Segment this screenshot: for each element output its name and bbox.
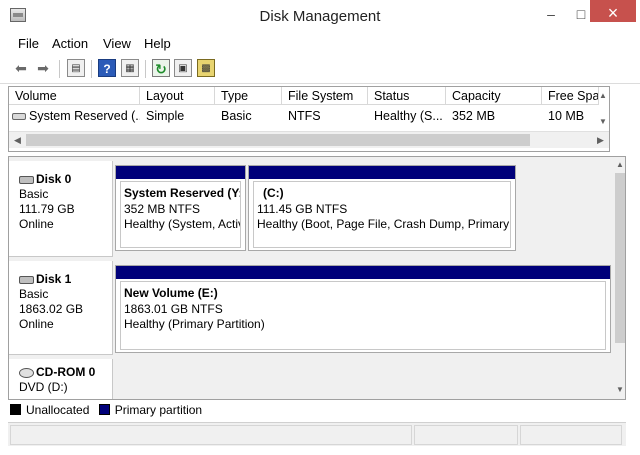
disk-1-state: Online bbox=[19, 317, 54, 331]
disk-1-name: Disk 1 bbox=[36, 272, 72, 286]
scroll-left-arrow-icon[interactable]: ◀ bbox=[9, 132, 26, 149]
column-header-capacity[interactable]: Capacity bbox=[446, 87, 542, 105]
properties-icon[interactable]: ▦ bbox=[121, 59, 139, 77]
close-button[interactable]: × bbox=[590, 0, 636, 23]
menu-help[interactable]: Help bbox=[144, 36, 171, 51]
status-cell: Healthy (S... bbox=[374, 109, 443, 123]
legend-unallocated: Unallocated bbox=[10, 403, 89, 417]
partition-new-volume[interactable]: New Volume (E:) 1863.01 GB NTFS Healthy … bbox=[115, 265, 611, 353]
scroll-down-arrow-icon[interactable]: ▼ bbox=[613, 385, 625, 394]
disk-0-state: Online bbox=[19, 217, 54, 231]
column-header-type[interactable]: Type bbox=[215, 87, 282, 105]
hard-disk-icon bbox=[19, 275, 34, 284]
volume-cell: System Reserved (... bbox=[9, 107, 140, 125]
column-header-volume[interactable]: Volume bbox=[9, 87, 140, 105]
title-bar: Disk Management – □ × bbox=[0, 0, 640, 32]
partition-size: 111.45 GB NTFS bbox=[257, 201, 348, 216]
partition-name: (C:) bbox=[263, 186, 284, 200]
cd-rom-0-name: CD-ROM 0 bbox=[36, 365, 96, 379]
partition-size: 352 MB NTFS bbox=[124, 201, 201, 216]
show-hide-console-tree-icon[interactable]: ▤ bbox=[67, 59, 85, 77]
forward-arrow-icon[interactable]: ➡ bbox=[34, 59, 52, 77]
cd-rom-0-row: CD-ROM 0 DVD (D:) bbox=[9, 359, 613, 399]
disk-0-type: Basic bbox=[19, 187, 49, 201]
rescan-disks-icon[interactable]: ▣ bbox=[174, 59, 192, 77]
partition-status: Healthy (System, Activ bbox=[124, 217, 241, 231]
partition-system-reserved[interactable]: System Reserved (Y: 352 MB NTFS Healthy … bbox=[115, 165, 246, 251]
status-bar-section bbox=[414, 425, 518, 445]
scroll-right-arrow-icon[interactable]: ▶ bbox=[592, 132, 609, 149]
disk-0-info[interactable]: Disk 0 Basic 111.79 GB Online bbox=[9, 161, 113, 257]
menu-bar: File Action View Help bbox=[0, 32, 640, 54]
menu-action[interactable]: Action bbox=[52, 36, 88, 51]
column-header-status[interactable]: Status bbox=[368, 87, 446, 105]
disk-0-row: Disk 0 Basic 111.79 GB Online System Res… bbox=[9, 161, 613, 257]
back-arrow-icon[interactable]: ⬅ bbox=[12, 59, 30, 77]
cd-rom-0-type: DVD (D:) bbox=[19, 380, 68, 394]
primary-partition-swatch bbox=[98, 404, 110, 415]
volume-list: Volume Layout Type File System Status Ca… bbox=[8, 86, 610, 152]
horizontal-scrollbar[interactable]: ◀ ▶ bbox=[9, 131, 609, 148]
legend-label: Unallocated bbox=[26, 403, 90, 417]
disk-1-row: Disk 1 Basic 1863.02 GB Online New Volum… bbox=[9, 261, 613, 355]
hard-disk-icon bbox=[19, 175, 34, 184]
partition-details: New Volume (E:) 1863.01 GB NTFS Healthy … bbox=[120, 281, 606, 350]
menu-view[interactable]: View bbox=[103, 36, 131, 51]
menu-file[interactable]: File bbox=[18, 36, 39, 51]
disk-graphical-view: Disk 0 Basic 111.79 GB Online System Res… bbox=[8, 156, 626, 400]
primary-partition-bar bbox=[116, 166, 245, 179]
primary-partition-bar bbox=[116, 266, 610, 279]
disk-0-size: 111.79 GB bbox=[19, 202, 75, 216]
settings-icon[interactable]: ▩ bbox=[197, 59, 215, 77]
refresh-icon[interactable]: ↻ bbox=[152, 59, 170, 77]
help-icon[interactable]: ? bbox=[98, 59, 116, 77]
legend-label: Primary partition bbox=[114, 403, 203, 417]
partition-details: (C:) 111.45 GB NTFS Healthy (Boot, Page … bbox=[253, 181, 511, 248]
scrollbar-thumb[interactable] bbox=[26, 134, 530, 146]
layout-cell: Simple bbox=[146, 109, 185, 123]
status-bar-section bbox=[10, 425, 412, 445]
disk-0-name: Disk 0 bbox=[36, 172, 72, 186]
partition-size: 1863.01 GB NTFS bbox=[124, 301, 223, 316]
volume-name: System Reserved (... bbox=[29, 109, 140, 123]
column-header-free-space[interactable]: Free Spa... bbox=[542, 87, 599, 105]
scroll-up-arrow-icon[interactable]: ▲ bbox=[613, 160, 625, 169]
disk-view-vertical-scrollbar[interactable]: ▲ ▼ bbox=[613, 157, 625, 399]
drive-icon bbox=[12, 113, 26, 121]
legend: Unallocated Primary partition bbox=[10, 401, 208, 419]
type-cell: Basic bbox=[221, 109, 252, 123]
toolbar-separator bbox=[59, 60, 60, 78]
minimize-button[interactable]: – bbox=[535, 0, 567, 28]
column-header-file-system[interactable]: File System bbox=[282, 87, 368, 105]
legend-primary-partition: Primary partition bbox=[98, 403, 203, 417]
cd-rom-0-info[interactable]: CD-ROM 0 DVD (D:) bbox=[9, 359, 113, 399]
file-system-cell: NTFS bbox=[288, 109, 321, 123]
scrollbar-thumb[interactable] bbox=[615, 173, 625, 343]
disk-1-info[interactable]: Disk 1 Basic 1863.02 GB Online bbox=[9, 261, 113, 355]
partition-status: Healthy (Boot, Page File, Crash Dump, Pr… bbox=[257, 217, 511, 231]
capacity-cell: 352 MB bbox=[452, 109, 496, 123]
disk-1-type: Basic bbox=[19, 287, 49, 301]
partition-name: System Reserved (Y: bbox=[124, 186, 241, 200]
status-bar-section bbox=[520, 425, 622, 445]
partition-status: Healthy (Primary Partition) bbox=[124, 317, 265, 331]
primary-partition-bar bbox=[249, 166, 515, 179]
unallocated-swatch bbox=[10, 404, 21, 415]
toolbar: ⬅ ➡ ▤ ? ▦ ↻ ▣ ▩ bbox=[0, 54, 640, 84]
toolbar-separator bbox=[91, 60, 92, 78]
partition-c-drive[interactable]: (C:) 111.45 GB NTFS Healthy (Boot, Page … bbox=[248, 165, 516, 251]
disk-1-size: 1863.02 GB bbox=[19, 302, 84, 316]
free-space-cell: 10 MB bbox=[548, 109, 585, 123]
cd-rom-icon bbox=[19, 367, 34, 378]
partition-name: New Volume (E:) bbox=[124, 286, 218, 300]
toolbar-separator bbox=[145, 60, 146, 78]
scroll-up-arrow-icon[interactable]: ▲ bbox=[597, 91, 609, 100]
column-header-layout[interactable]: Layout bbox=[140, 87, 215, 105]
status-bar bbox=[8, 422, 626, 446]
partition-details: System Reserved (Y: 352 MB NTFS Healthy … bbox=[120, 181, 241, 248]
